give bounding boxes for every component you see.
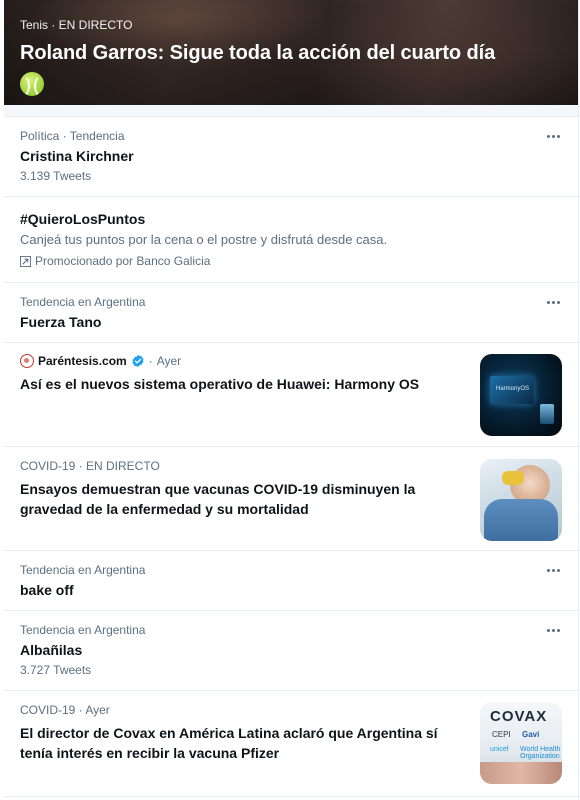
trend-title: Cristina Kirchner: [20, 148, 134, 164]
gavi-logo: Gavi: [522, 730, 540, 739]
promoted-icon: [20, 255, 31, 267]
news-headline: Así es el nuevos sistema operativo de Hu…: [20, 376, 420, 392]
trend-item[interactable]: Tendencia en Argentina Albañilas 3.727 T…: [4, 611, 578, 691]
hero-banner[interactable]: Tenis · EN DIRECTO Roland Garros: Sigue …: [4, 0, 578, 105]
tennis-ball-icon: [20, 71, 44, 98]
cepi-logo: CEPI: [492, 730, 511, 739]
news-thumbnail: [480, 459, 562, 541]
news-context: COVID-19 · Ayer: [20, 703, 110, 717]
news-item[interactable]: Paréntesis.com · Ayer Así es el nuevos s…: [4, 343, 578, 447]
source-name: Paréntesis.com: [38, 354, 127, 368]
promoted-by-text: Promocionado por Banco Galicia: [35, 254, 211, 268]
trend-context: Política · Tendencia: [20, 129, 125, 143]
trend-item[interactable]: Tendencia en Argentina Fuerza Tano: [4, 283, 578, 343]
hero-title: Roland Garros: Sigue toda la acción del …: [20, 40, 568, 98]
news-item[interactable]: COVID-19 · EN DIRECTO Ensayos demuestran…: [4, 447, 578, 551]
news-source: Paréntesis.com · Ayer: [20, 354, 468, 368]
trend-title: bake off: [20, 582, 74, 598]
news-time: Ayer: [156, 354, 182, 368]
unicef-logo: unicef: [490, 746, 509, 753]
thumbnail-detail: [502, 471, 524, 485]
thumbnail-text: HarmonyOS: [496, 386, 530, 392]
section-gap: [4, 105, 578, 117]
trend-tweet-count: 3.727 Tweets: [20, 663, 92, 677]
thumbnail-detail: [480, 762, 562, 784]
trend-context: Tendencia en Argentina: [20, 563, 146, 577]
promoted-trend-item[interactable]: #QuieroLosPuntos Canjeá tus puntos por l…: [4, 197, 578, 283]
trend-tweet-count: 3.139 Tweets: [20, 169, 92, 183]
news-thumbnail: COVAX CEPI Gavi unicef World Health Orga…: [480, 702, 562, 784]
more-options-icon[interactable]: [542, 293, 564, 311]
more-options-icon[interactable]: [542, 621, 564, 639]
trend-title: #QuieroLosPuntos: [20, 211, 146, 227]
trend-title: Fuerza Tano: [20, 314, 102, 330]
news-headline: El director de Covax en América Latina a…: [20, 725, 438, 761]
explore-panel: Tenis · EN DIRECTO Roland Garros: Sigue …: [4, 0, 579, 800]
news-headline: Ensayos demuestran que vacunas COVID-19 …: [20, 481, 416, 517]
trend-item[interactable]: Política · Tendencia Cristina Kirchner 3…: [4, 117, 578, 197]
covax-logo: COVAX: [490, 708, 548, 725]
more-options-icon[interactable]: [542, 127, 564, 145]
hero-meta: Tenis · EN DIRECTO: [20, 18, 133, 32]
news-thumbnail: HarmonyOS: [480, 354, 562, 436]
hero-title-text: Roland Garros: Sigue toda la acción del …: [20, 42, 496, 64]
more-options-icon[interactable]: [542, 561, 564, 579]
source-logo-icon: [20, 354, 34, 368]
promoted-description: Canjeá tus puntos por la cena o el postr…: [20, 232, 388, 247]
trend-context: Tendencia en Argentina: [20, 295, 146, 309]
source-separator: ·: [148, 354, 153, 368]
news-context: COVID-19 · EN DIRECTO: [20, 459, 160, 473]
trend-item[interactable]: Tendencia en Argentina bake off: [4, 551, 578, 611]
trend-context: Tendencia en Argentina: [20, 623, 146, 637]
verified-badge-icon: [132, 354, 144, 368]
news-item[interactable]: COVID-19 · Ayer El director de Covax en …: [4, 691, 578, 797]
who-logo: World Health Organization: [520, 746, 561, 760]
trend-title: Albañilas: [20, 642, 83, 658]
promoted-label: Promocionado por Banco Galicia: [20, 253, 562, 269]
